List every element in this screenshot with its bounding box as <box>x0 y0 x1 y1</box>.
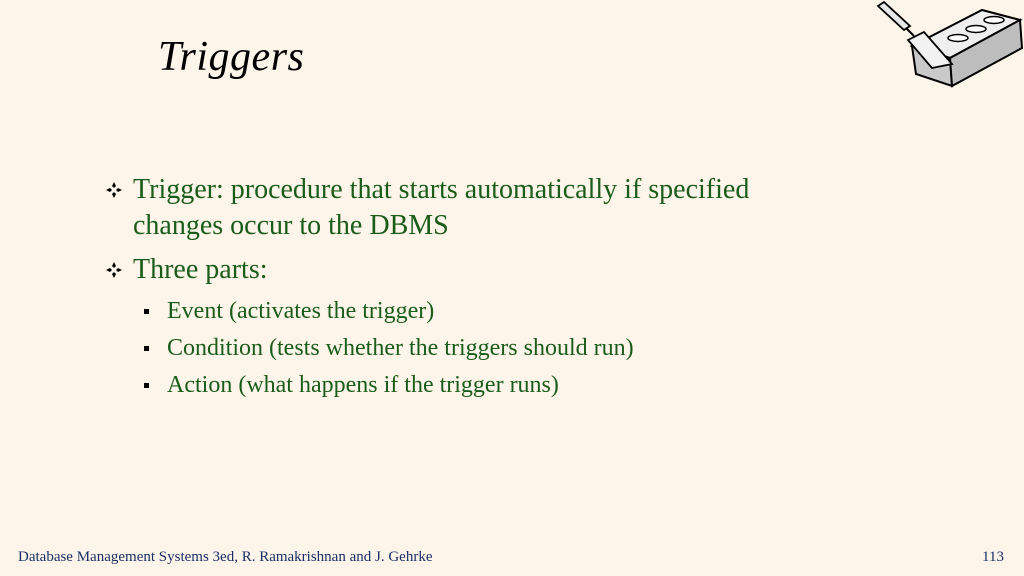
square-bullet-icon <box>144 309 149 314</box>
sub-bullet-item: Condition (tests whether the triggers sh… <box>106 333 906 363</box>
bullet-list: Trigger: procedure that starts automatic… <box>106 172 906 407</box>
bullet-item: Three parts: <box>106 252 906 288</box>
sub-bullet-text: Condition (tests whether the triggers sh… <box>167 335 634 361</box>
bullet-item: Trigger: procedure that starts automatic… <box>106 172 906 244</box>
sub-bullet-text: Action (what happens if the trigger runs… <box>167 372 559 398</box>
bullet-text: Three parts: <box>133 254 268 285</box>
bullet-text-line-2: changes occur to the DBMS <box>133 210 449 241</box>
four-diamond-bullet-icon <box>106 182 122 198</box>
slide-title: Triggers <box>158 34 305 80</box>
square-bullet-icon <box>144 346 149 351</box>
sub-bullet-item: Event (activates the trigger) <box>106 296 906 326</box>
sub-bullet-item: Action (what happens if the trigger runs… <box>106 370 906 400</box>
square-bullet-icon <box>144 383 149 388</box>
sub-bullet-text: Event (activates the trigger) <box>167 298 435 324</box>
footer-citation: Database Management Systems 3ed, R. Rama… <box>18 549 433 565</box>
bullet-text-line-1: Trigger: procedure that starts automatic… <box>133 174 750 205</box>
four-diamond-bullet-icon <box>106 262 122 278</box>
page-number: 113 <box>982 549 1004 565</box>
brick-and-trowel-icon <box>876 0 1024 88</box>
slide: Triggers Trigger: procedure that starts … <box>0 0 1024 576</box>
